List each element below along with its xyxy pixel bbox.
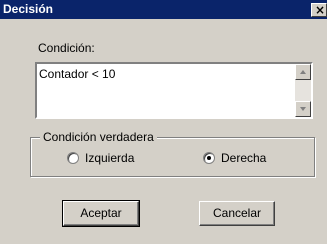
group-legend: Condición verdadera — [40, 130, 157, 144]
accept-button[interactable]: Aceptar — [62, 200, 140, 227]
arrow-up-icon — [300, 70, 306, 74]
arrow-down-icon — [300, 107, 306, 111]
vertical-scrollbar[interactable] — [295, 64, 311, 117]
scroll-up-button[interactable] — [295, 64, 311, 80]
condition-textarea[interactable]: Contador < 10 — [35, 62, 313, 119]
radio-derecha[interactable] — [203, 152, 215, 164]
radio-derecha-label[interactable]: Derecha — [221, 151, 266, 165]
radio-izquierda[interactable] — [67, 152, 79, 164]
condition-text[interactable]: Contador < 10 — [39, 67, 115, 81]
window-title: Decisión — [3, 2, 54, 16]
close-icon: × — [315, 3, 326, 17]
close-button[interactable]: × — [311, 3, 327, 17]
decision-dialog: Decisión × Condición: Contador < 10 Cond… — [0, 0, 327, 244]
condition-label: Condición: — [38, 41, 95, 55]
title-bar[interactable]: Decisión × — [0, 0, 327, 19]
scroll-down-button[interactable] — [295, 101, 311, 117]
cancel-button[interactable]: Cancelar — [199, 201, 275, 226]
radio-izquierda-label[interactable]: Izquierda — [85, 151, 134, 165]
radio-selected-dot — [207, 156, 211, 160]
